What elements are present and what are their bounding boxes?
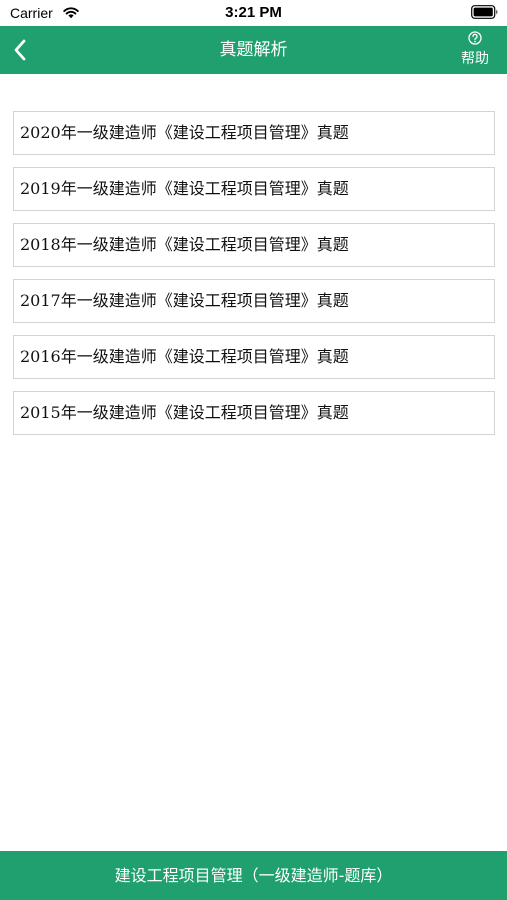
exam-item-2019[interactable]: 2019年一级建造师《建设工程项目管理》真题 (13, 167, 495, 211)
exam-item-2020[interactable]: 2020年一级建造师《建设工程项目管理》真题 (13, 111, 495, 155)
help-label: 帮助 (461, 51, 489, 67)
exam-list: 2020年一级建造师《建设工程项目管理》真题 2019年一级建造师《建设工程项目… (13, 111, 495, 447)
footer-bar[interactable]: 建设工程项目管理（一级建造师-题库） (0, 851, 507, 900)
question-circle-icon (468, 31, 482, 45)
status-bar: Carrier 3:21 PM (0, 0, 507, 26)
page-title: 真题解析 (219, 40, 288, 60)
back-button[interactable] (8, 36, 34, 64)
exam-item-2018[interactable]: 2018年一级建造师《建设工程项目管理》真题 (13, 223, 495, 267)
status-time: 3:21 PM (225, 4, 282, 21)
help-button[interactable]: 帮助 (457, 29, 493, 71)
battery-icon (471, 5, 498, 19)
chevron-left-icon (14, 39, 26, 61)
nav-bar: 真题解析 帮助 (0, 26, 507, 74)
exam-item-2016[interactable]: 2016年一级建造师《建设工程项目管理》真题 (13, 335, 495, 379)
exam-item-2015[interactable]: 2015年一级建造师《建设工程项目管理》真题 (13, 391, 495, 435)
exam-item-2017[interactable]: 2017年一级建造师《建设工程项目管理》真题 (13, 279, 495, 323)
